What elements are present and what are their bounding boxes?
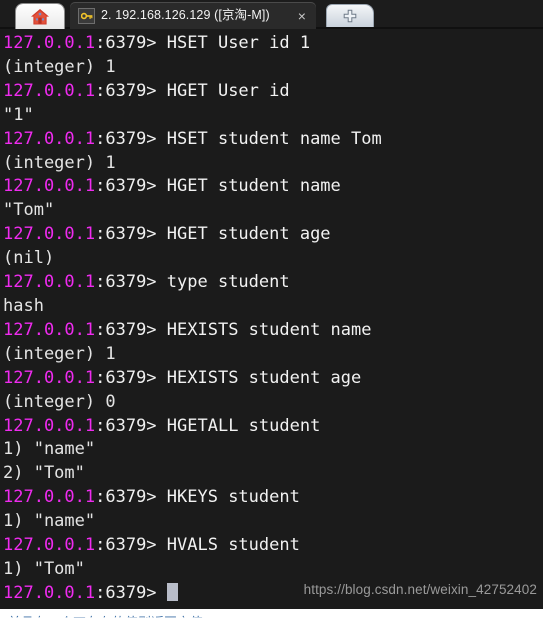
terminal-output-line: (integer) 1 — [3, 152, 541, 176]
prompt-host: 127.0.0.1 — [3, 415, 96, 436]
terminal-app-window: 2. 192.168.126.129 ([京淘-M]) × 127.0.0.1:… — [0, 0, 543, 622]
terminal-panel: 127.0.0.1:6379> HSET User id 1 (integer) … — [0, 29, 543, 609]
terminal-output-text: 1) "Tom" — [3, 558, 85, 579]
terminal-command: HSET student name Tom — [166, 128, 382, 149]
terminal-prompt-line: 127.0.0.1:6379> HVALS student — [3, 534, 541, 558]
terminal-output-text: 2) "Tom" — [3, 463, 85, 484]
terminal-output-text: (integer) 0 — [3, 391, 116, 412]
terminal-prompt-line: 127.0.0.1:6379> HEXISTS student age — [3, 367, 541, 391]
terminal-command: type student — [166, 272, 290, 293]
terminal-command: HGETALL student — [166, 415, 321, 436]
terminal-output-text: 1) "name" — [3, 511, 96, 532]
new-tab-button[interactable] — [325, 4, 374, 27]
terminal-command: HGET User id — [166, 80, 290, 101]
terminal-session-tab[interactable]: 2. 192.168.126.129 ([京淘-M]) × — [70, 2, 316, 29]
clipped-caption: 并且有一个不存在的值则返回空值 — [8, 612, 203, 617]
key-icon — [78, 7, 95, 24]
terminal-output-text: (integer) 1 — [3, 152, 116, 173]
terminal-output-line: 1) "name" — [3, 438, 541, 462]
prompt-port: :6379> — [95, 80, 167, 101]
prompt-port: :6379> — [95, 33, 167, 53]
prompt-host: 127.0.0.1 — [3, 128, 96, 149]
terminal-output-line: (nil) — [3, 247, 541, 271]
terminal-output-line: (integer) 1 — [3, 56, 541, 80]
terminal-cursor — [166, 582, 178, 601]
prompt-port: :6379> — [95, 319, 167, 340]
terminal-prompt-line: 127.0.0.1:6379> HGET student age — [3, 223, 541, 247]
prompt-port: :6379> — [95, 128, 167, 149]
terminal-output-line: 2) "Tom" — [3, 462, 541, 486]
tab-bar: 2. 192.168.126.129 ([京淘-M]) × — [0, 0, 543, 29]
prompt-host: 127.0.0.1 — [3, 319, 96, 340]
prompt-host: 127.0.0.1 — [3, 224, 96, 245]
terminal-output-line: (integer) 1 — [3, 343, 541, 367]
terminal-prompt-line: 127.0.0.1:6379> HSET student name Tom — [3, 128, 541, 152]
terminal-prompt-line: 127.0.0.1:6379> HEXISTS student name — [3, 319, 541, 343]
page-bottom-strip: 并且有一个不存在的值则返回空值 — [0, 609, 543, 622]
prompt-host: 127.0.0.1 — [3, 33, 96, 53]
terminal-output-line: (integer) 0 — [3, 391, 541, 415]
terminal-prompt-line: 127.0.0.1:6379> HGET User id — [3, 80, 541, 104]
watermark: https://blog.csdn.net/weixin_42752402 — [303, 582, 537, 597]
terminal-command: HGET student name — [166, 176, 341, 197]
prompt-host: 127.0.0.1 — [3, 535, 96, 556]
terminal-output-text: 1) "name" — [3, 439, 96, 460]
prompt-port: :6379> — [95, 535, 167, 556]
prompt-host: 127.0.0.1 — [3, 367, 96, 388]
terminal-output-text: "Tom" — [3, 200, 55, 221]
terminal-output-line: "1" — [3, 104, 541, 128]
terminal-output-line: 1) "Tom" — [3, 558, 541, 582]
terminal-command: HGET student age — [166, 224, 331, 245]
prompt-port: :6379> — [95, 176, 167, 197]
terminal-output-text: (integer) 1 — [3, 56, 116, 77]
home-icon — [30, 8, 50, 26]
terminal-output-line: hash — [3, 295, 541, 319]
terminal-prompt-line: 127.0.0.1:6379> HGET student name — [3, 175, 541, 199]
terminal-prompt-line: 127.0.0.1:6379> HGETALL student — [3, 415, 541, 439]
terminal-prompt-line: 127.0.0.1:6379> HSET User id 1 — [3, 32, 541, 56]
terminal-command: HSET User id 1 — [166, 33, 311, 53]
terminal-command: HEXISTS student age — [166, 367, 362, 388]
prompt-host: 127.0.0.1 — [3, 582, 96, 603]
terminal-prompt-line: 127.0.0.1:6379> HKEYS student — [3, 486, 541, 510]
prompt-port: :6379> — [95, 367, 167, 388]
prompt-host: 127.0.0.1 — [3, 487, 96, 508]
prompt-port: :6379> — [95, 487, 167, 508]
prompt-host: 127.0.0.1 — [3, 176, 96, 197]
terminal-output-line: 1) "name" — [3, 510, 541, 534]
prompt-port: :6379> — [95, 415, 167, 436]
home-tab[interactable] — [16, 4, 64, 29]
terminal-output-text: (integer) 1 — [3, 343, 116, 364]
terminal-output-text: (nil) — [3, 248, 55, 269]
prompt-port: :6379> — [95, 582, 167, 603]
tab-title: 2. 192.168.126.129 ([京淘-M]) — [101, 8, 270, 23]
terminal-output-text: hash — [3, 295, 44, 316]
terminal-output-text: "1" — [3, 104, 34, 125]
terminal-command: HVALS student — [166, 535, 300, 556]
terminal-prompt-line: 127.0.0.1:6379> type student — [3, 271, 541, 295]
prompt-port: :6379> — [95, 272, 167, 293]
plus-icon — [343, 9, 357, 23]
close-icon[interactable]: × — [298, 9, 306, 23]
terminal-output-line: "Tom" — [3, 199, 541, 223]
prompt-port: :6379> — [95, 224, 167, 245]
prompt-host: 127.0.0.1 — [3, 80, 96, 101]
terminal-command: HKEYS student — [166, 487, 300, 508]
prompt-host: 127.0.0.1 — [3, 272, 96, 293]
terminal-output[interactable]: 127.0.0.1:6379> HSET User id 1 (integer) … — [0, 29, 543, 609]
terminal-command: HEXISTS student name — [166, 319, 372, 340]
